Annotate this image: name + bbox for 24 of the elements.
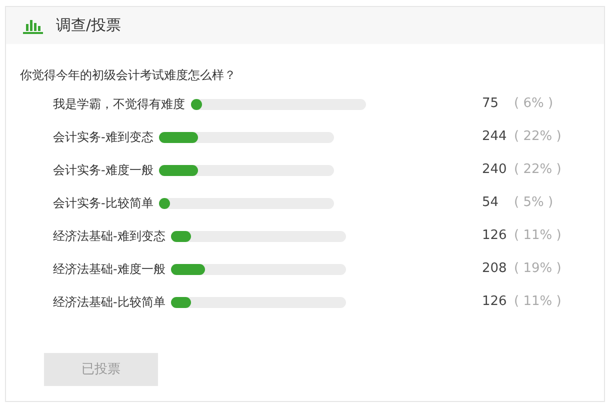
vote-count: 54 — [482, 194, 500, 212]
option-label: 我是学霸，不觉得有难度 — [53, 96, 185, 113]
bar-chart-icon — [22, 18, 44, 34]
vote-percent: ( 6% ) — [514, 95, 554, 114]
option-label: 会计实务-难到变态 — [53, 129, 154, 146]
vote-percent: ( 22% ) — [514, 128, 562, 146]
option-label: 经济法基础-难度一般 — [53, 261, 166, 278]
panel-title: 调查/投票 — [56, 15, 122, 36]
option-label: 会计实务-难度一般 — [53, 162, 154, 179]
option-label: 经济法基础-比较简单 — [53, 294, 166, 311]
vote-count: 240 — [482, 161, 508, 180]
vote-count: 244 — [482, 128, 508, 146]
vote-percent: ( 11% ) — [514, 293, 562, 312]
vote-count: 75 — [482, 95, 500, 114]
vote-percent: ( 11% ) — [514, 227, 562, 246]
vote-percent: ( 19% ) — [514, 260, 562, 278]
poll-question: 你觉得今年的初级会计考试难度怎么样？ — [20, 67, 236, 84]
option-label: 会计实务-比较简单 — [53, 195, 154, 212]
vote-count: 126 — [482, 227, 508, 246]
option-label: 经济法基础-难到变态 — [53, 228, 166, 245]
vote-percent: ( 5% ) — [514, 194, 554, 212]
vote-count: 126 — [482, 293, 508, 312]
vote-percent: ( 22% ) — [514, 161, 562, 180]
vote-count: 208 — [482, 260, 508, 278]
